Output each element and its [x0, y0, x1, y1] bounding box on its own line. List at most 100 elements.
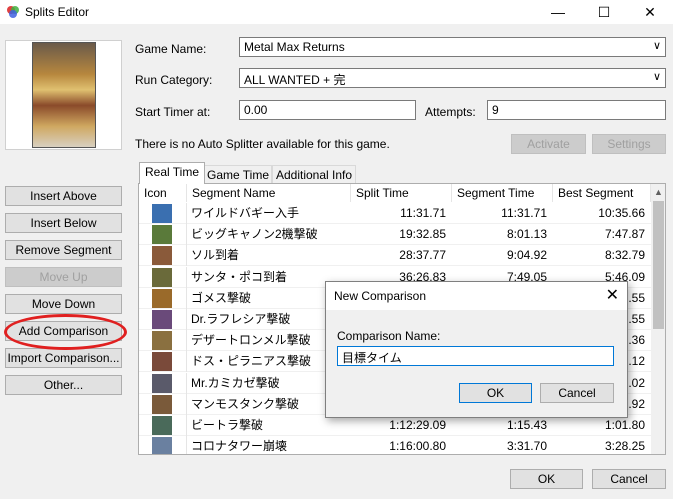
scrollbar-thumb[interactable] [653, 201, 664, 329]
game-name-combo[interactable]: Metal Max Returns ∨ [239, 37, 666, 57]
dialog-title: New Comparison [334, 289, 427, 303]
segment-sprite-icon [152, 331, 172, 351]
start-timer-label: Start Timer at: [135, 105, 211, 119]
cancel-button[interactable]: Cancel [592, 469, 666, 489]
header-best-segment[interactable]: Best Segment [553, 184, 651, 202]
best-segment-cell[interactable]: 3:28.25 [553, 436, 651, 454]
segment-icon-cell[interactable] [139, 351, 187, 373]
header-segment-name[interactable]: Segment Name [187, 184, 351, 202]
segment-icon-cell[interactable] [139, 436, 187, 454]
segment-name-cell[interactable]: コロナタワー崩壊 [187, 436, 351, 454]
new-comparison-dialog: New Comparison ✕ Comparison Name: 目標タイム … [325, 281, 628, 418]
run-category-combo[interactable]: ALL WANTED + 完 ∨ [239, 68, 666, 88]
segment-sprite-icon [152, 267, 172, 287]
split-time-cell[interactable]: 1:12:29.09 [351, 415, 452, 436]
auto-splitter-status: There is no Auto Splitter available for … [135, 137, 390, 151]
start-timer-value: 0.00 [244, 103, 268, 117]
split-time-cell[interactable]: 1:16:00.80 [351, 436, 452, 454]
header-split-time[interactable]: Split Time [351, 184, 452, 202]
segment-sprite-icon [152, 310, 172, 329]
comparison-name-input[interactable]: 目標タイム [337, 346, 614, 366]
attempts-label: Attempts: [425, 105, 476, 119]
insert-above-button[interactable]: Insert Above [5, 186, 122, 206]
move-up-button[interactable]: Move Up [5, 267, 122, 287]
segment-icon-cell[interactable] [139, 415, 187, 436]
segment-icon-cell[interactable] [139, 309, 187, 330]
segment-icon-cell[interactable] [139, 330, 187, 352]
window-title: Splits Editor [25, 5, 90, 19]
best-segment-cell[interactable]: 8:32.79 [553, 245, 651, 266]
segment-name-cell[interactable]: ワイルドバギー入手 [187, 203, 351, 224]
segment-icon-cell[interactable] [139, 393, 187, 415]
game-cover-image[interactable] [5, 40, 122, 150]
grid-header: Icon Segment Name Split Time Segment Tim… [139, 184, 651, 202]
segment-sprite-icon [152, 416, 172, 435]
dialog-close-button[interactable]: ✕ [606, 285, 619, 305]
split-time-cell[interactable]: 19:32.85 [351, 224, 452, 245]
segment-icon-cell[interactable] [139, 266, 187, 288]
import-comparison-button[interactable]: Import Comparison... [5, 348, 122, 368]
split-time-cell[interactable]: 11:31.71 [351, 203, 452, 224]
title-bar: Splits Editor — ☐ ✕ [0, 0, 673, 24]
segment-icon-cell[interactable] [139, 245, 187, 267]
attempts-value: 9 [492, 103, 499, 117]
activate-button[interactable]: Activate [511, 134, 586, 154]
header-segment-time[interactable]: Segment Time [452, 184, 553, 202]
segment-name-cell[interactable]: ソル到着 [187, 245, 351, 266]
start-timer-input[interactable]: 0.00 [239, 100, 416, 120]
segment-sprite-icon [152, 373, 172, 393]
segment-sprite-icon [152, 204, 172, 223]
scroll-up-icon[interactable]: ▲ [651, 184, 665, 200]
dialog-ok-button[interactable]: OK [459, 383, 532, 403]
best-segment-cell[interactable]: 1:01.80 [553, 415, 651, 436]
insert-below-button[interactable]: Insert Below [5, 213, 122, 233]
chevron-down-icon: ∨ [652, 71, 661, 83]
game-name-value: Metal Max Returns [244, 40, 345, 54]
comparison-name-value: 目標タイム [342, 351, 402, 365]
cover-art [32, 42, 96, 148]
segment-icon-cell[interactable] [139, 372, 187, 394]
segment-icon-cell[interactable] [139, 203, 187, 224]
segment-sprite-icon [152, 437, 172, 454]
table-row[interactable]: コロナタワー崩壊 1:16:00.80 3:31.70 3:28.25 [139, 436, 651, 454]
ok-button[interactable]: OK [510, 469, 583, 489]
segment-time-cell[interactable]: 9:04.92 [452, 245, 553, 266]
remove-segment-button[interactable]: Remove Segment [5, 240, 122, 260]
minimize-button[interactable]: — [535, 0, 581, 24]
segment-time-cell[interactable]: 8:01.13 [452, 224, 553, 245]
table-row[interactable]: ソル到着 28:37.77 9:04.92 8:32.79 [139, 245, 651, 267]
comparison-name-label: Comparison Name: [337, 329, 441, 343]
other-button[interactable]: Other... [5, 375, 122, 395]
run-category-value: ALL WANTED + 完 [244, 73, 346, 87]
vertical-scrollbar[interactable]: ▲ [651, 184, 665, 454]
segment-icon-cell[interactable] [139, 224, 187, 246]
segment-time-cell[interactable]: 1:15.43 [452, 415, 553, 436]
segment-name-cell[interactable]: ビッグキャノン2機撃破 [187, 224, 351, 245]
settings-button[interactable]: Settings [592, 134, 666, 154]
segment-sprite-icon [152, 394, 172, 414]
move-down-button[interactable]: Move Down [5, 294, 122, 314]
tab-game-time[interactable]: Game Time [204, 165, 272, 185]
segment-time-cell[interactable]: 11:31.71 [452, 203, 553, 224]
best-segment-cell[interactable]: 10:35.66 [553, 203, 651, 224]
annotation-red-ellipse [4, 314, 127, 350]
tab-real-time[interactable]: Real Time [139, 162, 205, 184]
tab-additional-info[interactable]: Additional Info [272, 165, 356, 185]
table-row[interactable]: ビートラ撃破 1:12:29.09 1:15.43 1:01.80 [139, 415, 651, 436]
attempts-input[interactable]: 9 [487, 100, 666, 120]
close-button[interactable]: ✕ [627, 0, 673, 24]
segment-name-cell[interactable]: ビートラ撃破 [187, 415, 351, 436]
segment-sprite-icon [152, 225, 172, 245]
best-segment-cell[interactable]: 7:47.87 [553, 224, 651, 245]
header-icon[interactable]: Icon [139, 184, 187, 202]
segment-icon-cell[interactable] [139, 287, 187, 309]
maximize-button[interactable]: ☐ [581, 0, 627, 24]
game-name-label: Game Name: [135, 42, 207, 56]
dialog-cancel-button[interactable]: Cancel [540, 383, 614, 403]
table-row[interactable]: ビッグキャノン2機撃破 19:32.85 8:01.13 7:47.87 [139, 224, 651, 246]
segment-sprite-icon [152, 288, 172, 308]
dialog-title-bar: New Comparison ✕ [326, 282, 627, 310]
segment-time-cell[interactable]: 3:31.70 [452, 436, 553, 454]
split-time-cell[interactable]: 28:37.77 [351, 245, 452, 266]
table-row[interactable]: ワイルドバギー入手 11:31.71 11:31.71 10:35.66 [139, 203, 651, 224]
